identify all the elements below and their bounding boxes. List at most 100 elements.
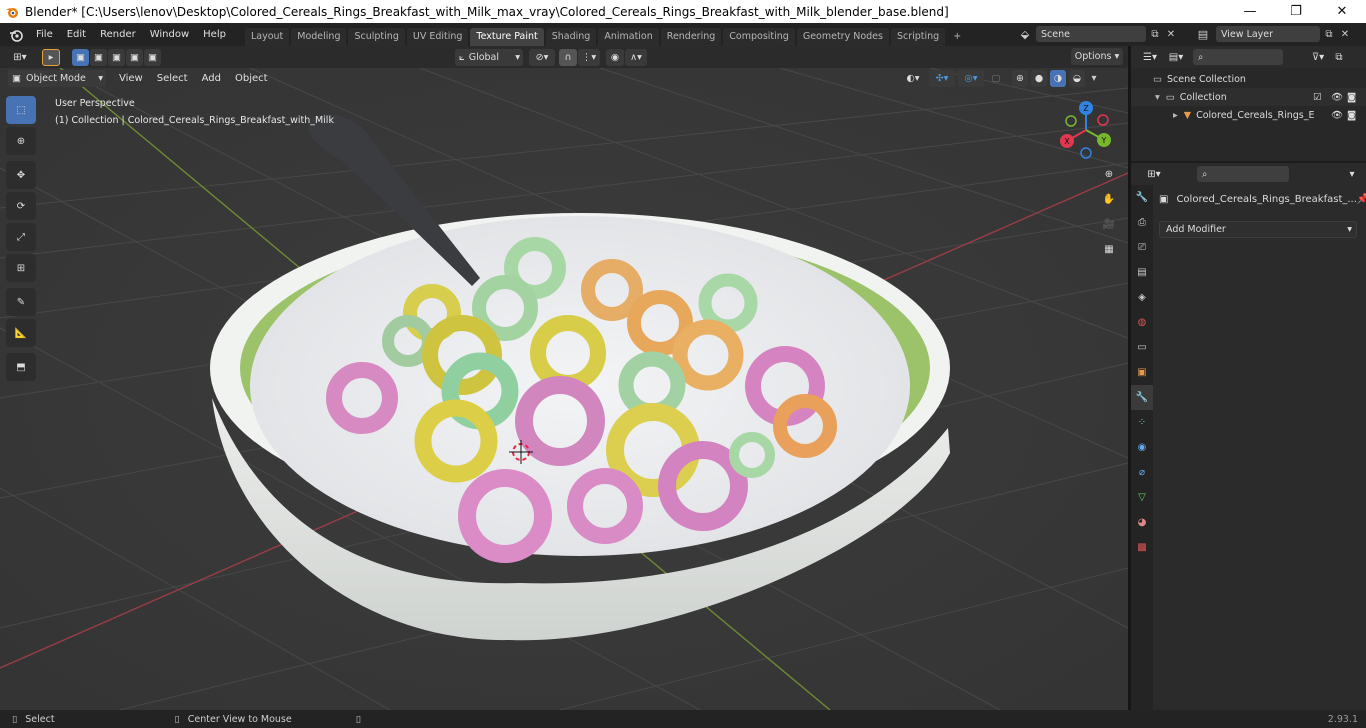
- render-camera-icon[interactable]: ◙: [1347, 110, 1356, 121]
- scale-tool[interactable]: ⤢: [6, 223, 36, 251]
- render-tab-icon[interactable]: ⎙: [1131, 210, 1153, 235]
- expand-arrow-icon[interactable]: ▸: [1173, 110, 1178, 121]
- scene-icon[interactable]: ⬙: [1014, 28, 1036, 41]
- editor-type-icon[interactable]: ⊞▾: [8, 52, 32, 63]
- scene-name-field[interactable]: Scene: [1036, 26, 1146, 42]
- object-mode-dropdown[interactable]: ▣ Object Mode ▾: [8, 70, 106, 87]
- tab-geometry-nodes[interactable]: Geometry Nodes: [796, 28, 889, 46]
- outliner-search-input[interactable]: ⌕: [1193, 49, 1283, 65]
- transform-orientation-dropdown[interactable]: ⟀ Global ▾: [455, 48, 523, 66]
- remove-scene-icon[interactable]: ✕: [1164, 29, 1178, 40]
- new-collection-icon[interactable]: ⧉: [1331, 52, 1347, 63]
- tab-rendering[interactable]: Rendering: [660, 28, 722, 46]
- gizmo-neg-y-handle[interactable]: [1065, 115, 1077, 127]
- blender-menu-icon[interactable]: [9, 28, 23, 42]
- outliner-scene-collection[interactable]: ▭ Scene Collection: [1131, 70, 1366, 88]
- menu-select[interactable]: Select: [150, 67, 195, 90]
- render-camera-icon[interactable]: ◙: [1347, 92, 1356, 103]
- minimize-button[interactable]: —: [1227, 0, 1273, 23]
- select-tool-icon[interactable]: ▸: [42, 48, 60, 66]
- maximize-button[interactable]: ❐: [1273, 0, 1319, 23]
- tab-texture-paint[interactable]: Texture Paint: [470, 28, 544, 46]
- 3d-viewport[interactable]: User Perspective (1) Collection | Colore…: [0, 68, 1128, 710]
- cursor-tool[interactable]: ⊕: [6, 127, 36, 155]
- navigation-gizmo[interactable]: Z Y X: [1058, 98, 1118, 163]
- display-mode-icon[interactable]: ▤▾: [1163, 52, 1189, 63]
- gizmo-neg-z-handle[interactable]: [1080, 147, 1092, 159]
- menu-add[interactable]: Add: [195, 67, 228, 90]
- expand-arrow-icon[interactable]: ▾: [1155, 92, 1160, 103]
- select-box-tool[interactable]: ⬚: [6, 96, 36, 124]
- eye-icon[interactable]: 👁: [1331, 92, 1343, 103]
- menu-view[interactable]: View: [112, 67, 150, 90]
- snap-target-icon[interactable]: ⋮▾: [578, 48, 600, 66]
- outliner-collection[interactable]: ▾ ▭ Collection ☑ 👁 ◙: [1131, 88, 1366, 106]
- texture-tab-icon[interactable]: ▩: [1131, 535, 1153, 560]
- select-subtract-icon[interactable]: ▣: [108, 48, 125, 66]
- pin-icon[interactable]: 📌: [1357, 194, 1366, 205]
- view-layer-icon[interactable]: ▤: [1190, 28, 1216, 41]
- menu-help[interactable]: Help: [196, 23, 233, 46]
- gizmo-neg-x-handle[interactable]: [1097, 114, 1109, 126]
- add-cube-tool[interactable]: ⬒: [6, 353, 36, 381]
- grid-view-icon[interactable]: ▦: [1099, 239, 1119, 259]
- menu-file[interactable]: File: [29, 23, 60, 46]
- outliner-editor-type-icon[interactable]: ☰▾: [1137, 52, 1163, 63]
- remove-view-layer-icon[interactable]: ✕: [1338, 29, 1352, 40]
- tab-scripting[interactable]: Scripting: [890, 28, 946, 46]
- select-intersect-icon[interactable]: ▣: [144, 48, 161, 66]
- filter-icon[interactable]: ⊽▾: [1305, 52, 1331, 63]
- menu-edit[interactable]: Edit: [60, 23, 93, 46]
- tab-compositing[interactable]: Compositing: [723, 28, 795, 46]
- add-workspace-button[interactable]: +: [947, 28, 967, 46]
- tool-tab-icon[interactable]: 🔧: [1131, 185, 1153, 210]
- options-dropdown[interactable]: Options ▾: [1071, 48, 1123, 65]
- select-invert-icon[interactable]: ▣: [126, 48, 143, 66]
- move-tool[interactable]: ✥: [6, 161, 36, 189]
- close-button[interactable]: ✕: [1319, 0, 1365, 23]
- measure-tool[interactable]: 📐: [6, 319, 36, 347]
- select-new-icon[interactable]: ▣: [72, 48, 89, 66]
- menu-window[interactable]: Window: [143, 23, 196, 46]
- view-layer-field[interactable]: View Layer: [1216, 26, 1320, 42]
- chevron-down-icon[interactable]: ▾: [1344, 169, 1360, 180]
- annotate-tool[interactable]: ✎: [6, 288, 36, 316]
- camera-icon[interactable]: 🎥: [1099, 214, 1119, 234]
- constraints-tab-icon[interactable]: ⌀: [1131, 460, 1153, 485]
- rotate-tool[interactable]: ⟳: [6, 192, 36, 220]
- new-scene-icon[interactable]: ⧉: [1146, 29, 1164, 40]
- menu-object[interactable]: Object: [228, 67, 275, 90]
- data-tab-icon[interactable]: ▽: [1131, 485, 1153, 510]
- world-tab-icon[interactable]: ◍: [1131, 310, 1153, 335]
- tab-sculpting[interactable]: Sculpting: [348, 28, 405, 46]
- tab-animation[interactable]: Animation: [598, 28, 659, 46]
- tab-shading[interactable]: Shading: [545, 28, 597, 46]
- add-modifier-dropdown[interactable]: Add Modifier ▾: [1159, 221, 1357, 238]
- tab-uv-editing[interactable]: UV Editing: [406, 28, 469, 46]
- new-view-layer-icon[interactable]: ⧉: [1320, 29, 1338, 40]
- outliner-object[interactable]: ▸ ▼ Colored_Cereals_Rings_E 👁 ◙: [1131, 106, 1366, 124]
- eye-icon[interactable]: 👁: [1331, 110, 1343, 121]
- physics-tab-icon[interactable]: ◉: [1131, 435, 1153, 460]
- falloff-icon[interactable]: ∧▾: [625, 48, 647, 66]
- material-tab-icon[interactable]: ◕: [1131, 510, 1153, 535]
- properties-editor-type-icon[interactable]: ⊞▾: [1141, 169, 1167, 180]
- proportional-edit-icon[interactable]: ◉: [606, 48, 624, 66]
- tab-layout[interactable]: Layout: [244, 28, 290, 46]
- tab-modeling[interactable]: Modeling: [291, 28, 347, 46]
- include-checkbox-icon[interactable]: ☑: [1313, 92, 1322, 103]
- menu-render[interactable]: Render: [93, 23, 143, 46]
- modifier-tab-icon[interactable]: 🔧: [1131, 385, 1153, 410]
- pivot-point-icon[interactable]: ⊘▾: [529, 48, 555, 66]
- output-tab-icon[interactable]: ⎚: [1131, 235, 1153, 260]
- collection-tab-icon[interactable]: ▭: [1131, 335, 1153, 360]
- zoom-icon[interactable]: ⊕: [1099, 164, 1119, 184]
- pan-hand-icon[interactable]: ✋: [1099, 189, 1119, 209]
- select-extend-icon[interactable]: ▣: [90, 48, 107, 66]
- scene-tab-icon[interactable]: ◈: [1131, 285, 1153, 310]
- snap-icon[interactable]: ∩: [559, 48, 577, 66]
- properties-search-input[interactable]: ⌕: [1197, 166, 1289, 182]
- particles-tab-icon[interactable]: ⁘: [1131, 410, 1153, 435]
- object-tab-icon[interactable]: ▣: [1131, 360, 1153, 385]
- transform-tool[interactable]: ⊞: [6, 254, 36, 282]
